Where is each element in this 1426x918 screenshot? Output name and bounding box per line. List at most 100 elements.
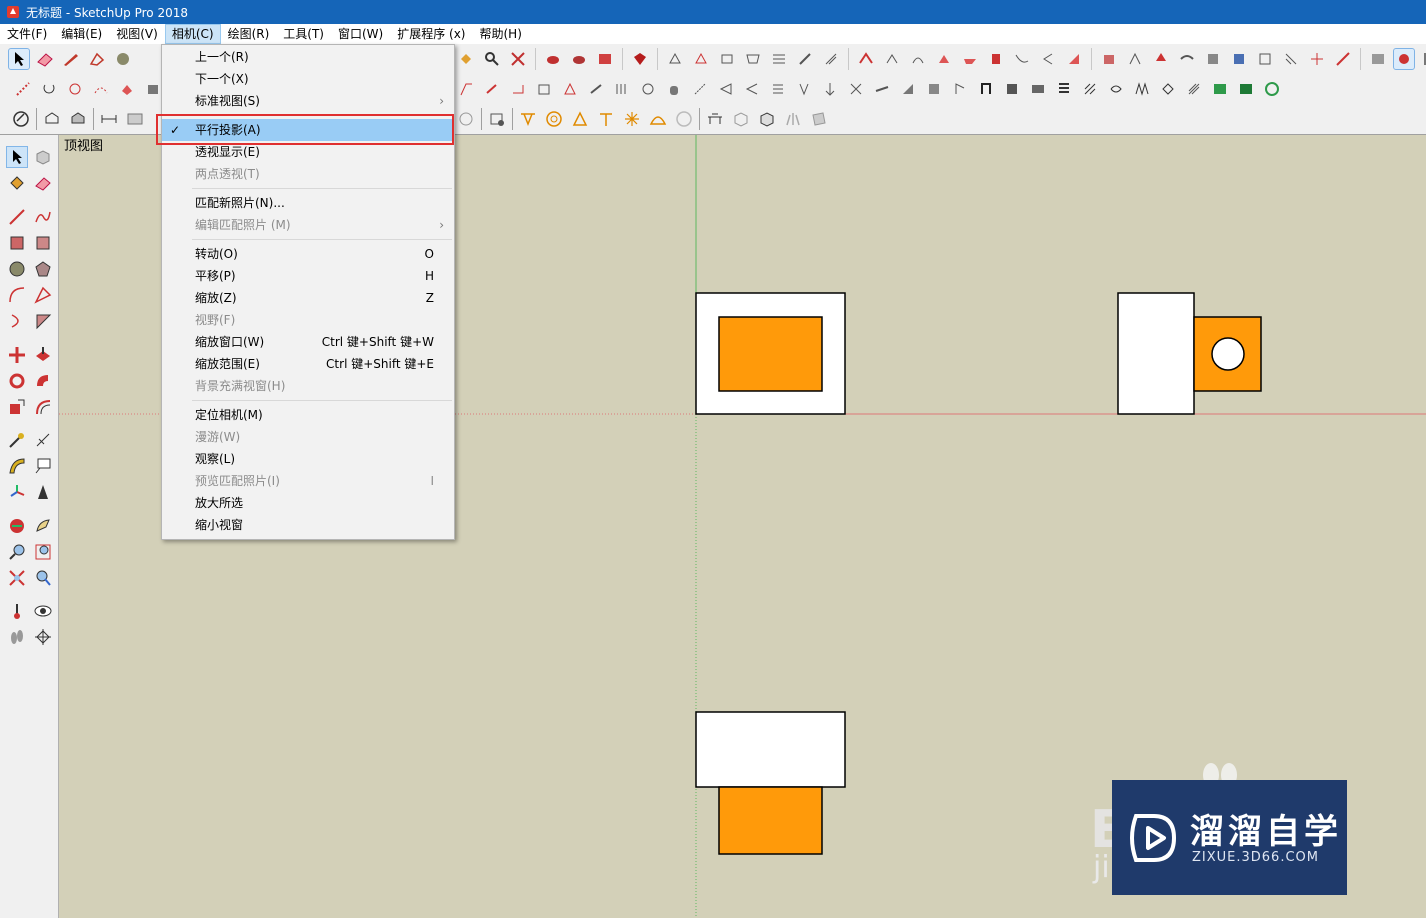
offset-icon[interactable]	[33, 397, 53, 417]
select-tool-icon[interactable]	[6, 146, 28, 168]
rotate-icon[interactable]	[7, 371, 27, 391]
position-camera-icon[interactable]	[7, 601, 27, 621]
orange-circle-icon[interactable]	[544, 109, 564, 129]
edge-tool-6-icon[interactable]	[586, 79, 606, 99]
menu-draw[interactable]: 绘图(R)	[221, 24, 277, 44]
solid-3-icon[interactable]	[1151, 49, 1171, 69]
menu-item-next[interactable]: 下一个(X)	[162, 68, 454, 90]
move-icon[interactable]	[7, 345, 27, 365]
style-builder-icon[interactable]	[1393, 48, 1415, 70]
cube-solid-icon[interactable]	[757, 109, 777, 129]
green-box-1-icon[interactable]	[1210, 79, 1230, 99]
menu-item-zoom-extents[interactable]: 缩放范围(E) Ctrl 键+Shift 键+E	[162, 353, 454, 375]
edge-tool-9-icon[interactable]	[690, 79, 710, 99]
menu-item-pan[interactable]: 平移(P) H	[162, 265, 454, 287]
tool-red-1-icon[interactable]	[856, 49, 876, 69]
follow-me-icon[interactable]	[33, 371, 53, 391]
edge-tool-8-icon[interactable]	[638, 79, 658, 99]
orange-tee-icon[interactable]	[596, 109, 616, 129]
menu-edit[interactable]: 编辑(E)	[54, 24, 109, 44]
circle-icon[interactable]	[7, 259, 27, 279]
edge-tool-25-icon[interactable]	[1106, 79, 1126, 99]
tape-measure-icon[interactable]	[7, 430, 27, 450]
sandbox-1-icon[interactable]	[665, 49, 685, 69]
sandbox-2-icon[interactable]	[691, 49, 711, 69]
edge-tool-17-icon[interactable]	[898, 79, 918, 99]
two-point-arc-icon[interactable]	[33, 285, 53, 305]
sandbox-4-icon[interactable]	[743, 49, 763, 69]
edge-tool-20-icon[interactable]	[976, 79, 996, 99]
solid-7-icon[interactable]	[1255, 49, 1275, 69]
edge-tool-1-icon[interactable]	[456, 79, 476, 99]
tool-gray-1-icon[interactable]	[882, 49, 902, 69]
menu-window[interactable]: 窗口(W)	[331, 24, 390, 44]
sandbox-6-icon[interactable]	[795, 49, 815, 69]
layout-icon[interactable]	[1368, 49, 1388, 69]
hand-icon[interactable]	[664, 79, 684, 99]
menu-extensions[interactable]: 扩展程序 (x)	[390, 24, 472, 44]
polygon-icon[interactable]	[33, 259, 53, 279]
green-spiral-icon[interactable]	[1262, 79, 1282, 99]
eraser-tool-icon[interactable]	[35, 49, 55, 69]
solid-1-icon[interactable]	[1099, 49, 1119, 69]
menu-help[interactable]: 帮助(H)	[472, 24, 528, 44]
look-around-icon[interactable]	[33, 601, 53, 621]
menu-item-zoom[interactable]: 缩放(Z) Z	[162, 287, 454, 309]
line-tool-icon[interactable]	[7, 207, 27, 227]
menu-camera[interactable]: 相机(C)	[164, 24, 221, 44]
edge-tool-26-icon[interactable]	[1132, 79, 1152, 99]
edge-tool-2-icon[interactable]	[482, 79, 502, 99]
green-box-2-icon[interactable]	[1236, 79, 1256, 99]
menu-item-orbit[interactable]: 转动(O) O	[162, 243, 454, 265]
menu-item-standard-views[interactable]: 标准视图(S) ›	[162, 90, 454, 112]
tool-red-2-icon[interactable]	[934, 49, 954, 69]
tool-gray-2-icon[interactable]	[908, 49, 928, 69]
tool-red-4-icon[interactable]	[986, 49, 1006, 69]
axes-icon[interactable]	[7, 482, 27, 502]
solid-8-icon[interactable]	[1281, 49, 1301, 69]
edge-tool-5-icon[interactable]	[560, 79, 580, 99]
push-pull-icon[interactable]	[33, 345, 53, 365]
zoom-extents-icon[interactable]	[508, 49, 528, 69]
pie-icon[interactable]	[33, 311, 53, 331]
edge-tool-19-icon[interactable]	[950, 79, 970, 99]
rotated-rectangle-icon[interactable]	[33, 233, 53, 253]
solid-9-icon[interactable]	[1307, 49, 1327, 69]
eraser-icon[interactable]	[33, 173, 53, 193]
orange-triangle-icon[interactable]	[570, 109, 590, 129]
text-tool-icon[interactable]	[33, 456, 53, 476]
edge-tool-11-icon[interactable]	[742, 79, 762, 99]
menu-item-previous[interactable]: 上一个(R)	[162, 46, 454, 68]
zoom-extents-icon[interactable]	[7, 568, 27, 588]
shape-tool-icon[interactable]	[87, 49, 107, 69]
edge-tool-27-icon[interactable]	[1158, 79, 1178, 99]
box-gray-icon[interactable]	[143, 79, 163, 99]
gray-tag-icon[interactable]	[809, 109, 829, 129]
dots-arc-icon[interactable]	[91, 79, 111, 99]
edge-tool-3-icon[interactable]	[508, 79, 528, 99]
edge-tool-12-icon[interactable]	[768, 79, 788, 99]
protractor-icon[interactable]	[7, 456, 27, 476]
edge-tool-15-icon[interactable]	[846, 79, 866, 99]
cube-outline-icon[interactable]	[731, 109, 751, 129]
camera-box-icon[interactable]	[487, 109, 507, 129]
face-style-icon[interactable]	[11, 109, 31, 129]
scale-icon[interactable]	[7, 397, 27, 417]
menu-item-zoom-window[interactable]: 缩放窗口(W) Ctrl 键+Shift 键+W	[162, 331, 454, 353]
pan-icon[interactable]	[33, 516, 53, 536]
circle-gray-icon[interactable]	[456, 109, 476, 129]
section-plane-icon[interactable]	[42, 109, 62, 129]
menu-item-zoom-out-window[interactable]: 缩小视窗	[162, 514, 454, 536]
zoom-tool-icon[interactable]	[7, 542, 27, 562]
warehouse-icon[interactable]	[543, 49, 563, 69]
zoom-icon[interactable]	[482, 49, 502, 69]
three-point-arc-icon[interactable]	[7, 311, 27, 331]
solid-4-icon[interactable]	[1177, 49, 1197, 69]
extension-warehouse-icon[interactable]	[595, 49, 615, 69]
grass-icon[interactable]	[783, 109, 803, 129]
solid-6-icon[interactable]	[1229, 49, 1249, 69]
orange-table-icon[interactable]	[518, 109, 538, 129]
menu-view[interactable]: 视图(V)	[109, 24, 165, 44]
paint-red-icon[interactable]	[117, 79, 137, 99]
sandbox-7-icon[interactable]	[821, 49, 841, 69]
